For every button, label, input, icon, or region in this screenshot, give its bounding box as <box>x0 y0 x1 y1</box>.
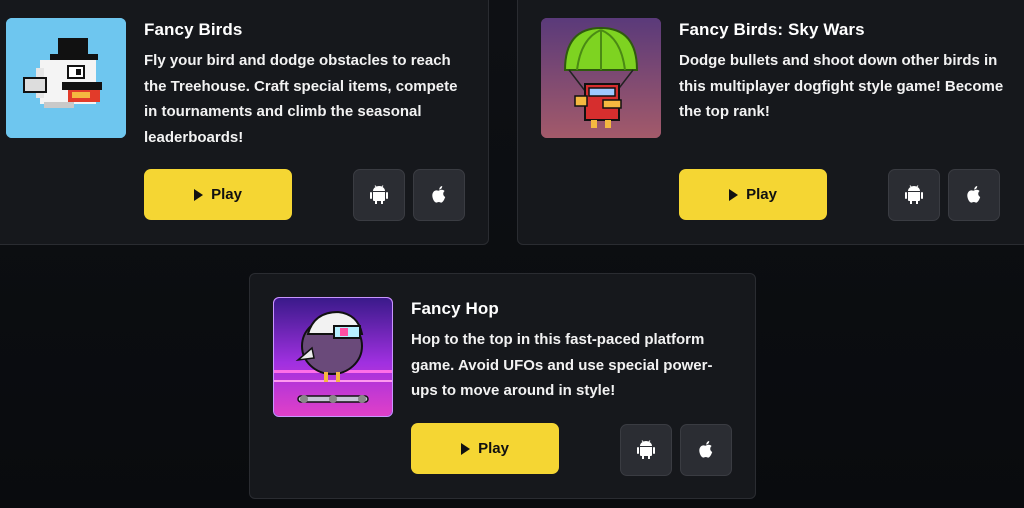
play-icon <box>194 188 204 201</box>
apple-icon <box>699 440 713 458</box>
apple-store-button[interactable] <box>680 424 732 476</box>
android-store-button[interactable] <box>620 424 672 476</box>
android-icon <box>370 185 388 204</box>
fancy-birds-thumbnail[interactable] <box>6 18 126 138</box>
game-title: Fancy Birds: Sky Wars <box>679 20 865 39</box>
play-button-label: Play <box>746 186 777 203</box>
fancy-hop-thumbnail[interactable] <box>273 297 393 417</box>
apple-icon <box>967 185 981 203</box>
game-description: Fly your bird and dodge obstacles to rea… <box>144 52 458 146</box>
apple-store-button[interactable] <box>413 169 465 221</box>
apple-store-button[interactable] <box>948 169 1000 221</box>
play-icon <box>729 188 739 201</box>
android-store-button[interactable] <box>353 169 405 221</box>
android-icon <box>905 185 923 204</box>
play-button[interactable]: Play <box>144 169 292 220</box>
play-button-label: Play <box>211 186 242 203</box>
play-button-label: Play <box>478 440 509 457</box>
sky-wars-thumbnail[interactable] <box>541 18 661 138</box>
game-title: Fancy Birds <box>144 20 243 39</box>
android-icon <box>637 440 655 459</box>
apple-icon <box>432 185 446 203</box>
play-button[interactable]: Play <box>411 423 559 474</box>
android-store-button[interactable] <box>888 169 940 221</box>
game-title: Fancy Hop <box>411 299 499 318</box>
game-description: Dodge bullets and shoot down other birds… <box>679 52 1004 120</box>
game-description: Hop to the top in this fast-paced platfo… <box>411 331 713 399</box>
play-button[interactable]: Play <box>679 169 827 220</box>
play-icon <box>461 442 471 455</box>
